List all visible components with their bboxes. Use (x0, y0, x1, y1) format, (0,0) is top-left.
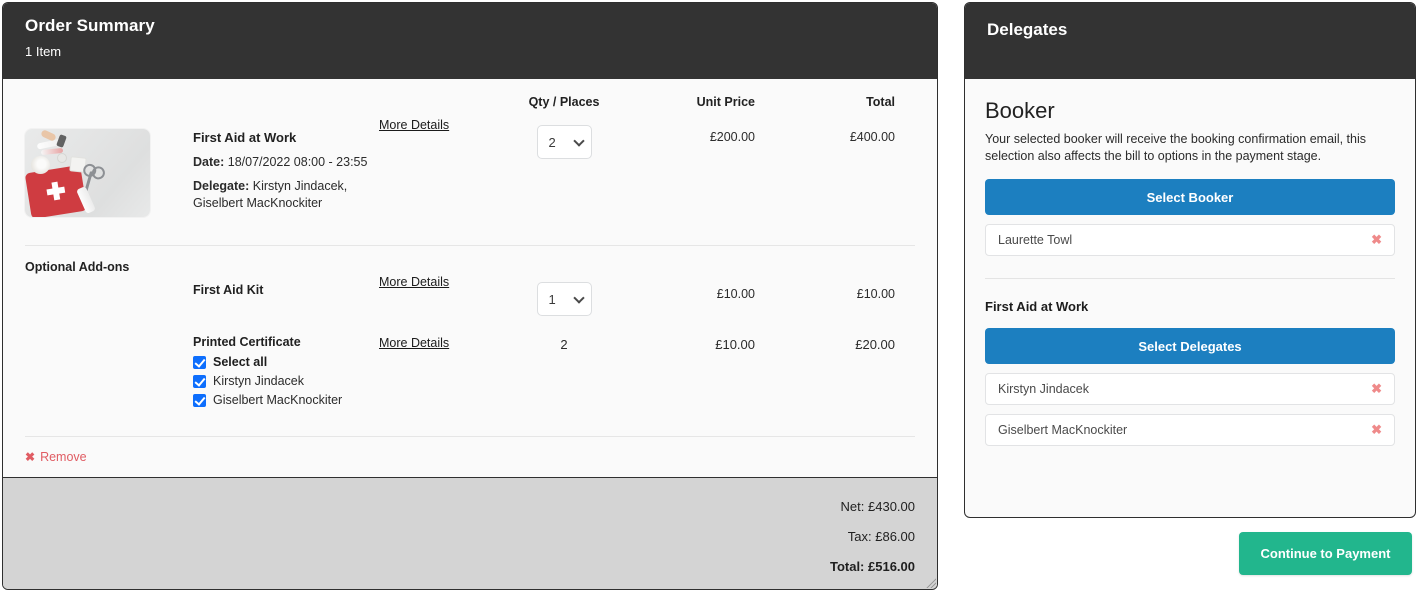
table-row: First Aid Kit More Details 1 £10.00 £10.… (25, 274, 915, 316)
qty-select-wrapper: 2 (536, 125, 592, 217)
grand-total: Total: £516.00 (829, 559, 915, 574)
addon-unit-price: £10.00 (716, 287, 755, 301)
table-row: Printed Certificate Select all Kirstyn J… (25, 332, 915, 410)
checkbox-label: Kirstyn Jindacek (213, 374, 305, 388)
course-title: First Aid at Work (985, 299, 1089, 314)
continue-to-payment-button[interactable]: Continue to Payment (1239, 532, 1412, 575)
qty-cell: 2 (509, 117, 619, 217)
tax-total: Tax: £86.00 (847, 529, 915, 544)
addon-name-cell: Printed Certificate Select all Kirstyn J… (193, 332, 379, 410)
checkbox-select-all[interactable] (193, 355, 206, 369)
addon-qty-static: 2 (560, 337, 568, 352)
delegates-card: Delegates Booker Your selected booker wi… (964, 2, 1416, 518)
product-name: First Aid at Work (193, 130, 297, 145)
booker-title: Booker (985, 98, 1055, 123)
qty-select-first-aid-kit[interactable]: 1 (536, 282, 592, 316)
addon-name: Printed Certificate (193, 335, 301, 349)
selected-delegate-row: Kirstyn Jindacek ✖ (985, 373, 1395, 405)
selected-booker-row: Laurette Towl ✖ (985, 224, 1395, 256)
order-summary-header: Order Summary 1 Item (3, 3, 937, 79)
cap-shape (57, 153, 67, 163)
remove-x-icon[interactable]: ✖ (1371, 422, 1382, 438)
page-title: Order Summary (25, 16, 155, 35)
more-details-link[interactable]: More Details (379, 332, 449, 350)
select-booker-button[interactable]: Select Booker (985, 179, 1395, 215)
addon-name: First Aid Kit (193, 283, 264, 297)
delegate-label: Delegate: (193, 179, 250, 193)
remove-x-icon[interactable]: ✖ (1371, 381, 1382, 397)
optional-addons-section: Optional Add-ons First Aid Kit More Deta… (25, 246, 915, 410)
order-summary-body: Qty / Places Unit Price Total First Aid … (3, 79, 937, 477)
product-details-cell: First Aid at Work Date: 18/07/2022 08:00… (193, 117, 379, 217)
checkout-page: Order Summary 1 Item Qty / Places Unit P… (0, 0, 1421, 594)
list-item[interactable]: Kirstyn Jindacek (193, 372, 379, 390)
date-label: Date: (193, 155, 225, 169)
select-delegates-button[interactable]: Select Delegates (985, 328, 1395, 364)
checkbox-delegate-1[interactable] (193, 374, 206, 388)
section-divider (985, 278, 1395, 279)
bandage-roll-shape (31, 156, 50, 174)
order-summary-card: Order Summary 1 Item Qty / Places Unit P… (2, 2, 938, 590)
addon-total: £20.00 (855, 337, 895, 352)
checkbox-delegate-2[interactable] (193, 393, 206, 407)
selected-delegate-row: Giselbert MacKnockiter ✖ (985, 414, 1395, 446)
plaster-shape (40, 129, 57, 142)
list-item[interactable]: Select all (193, 353, 379, 371)
more-details-cell: More Details (379, 117, 509, 217)
clip-shape (56, 134, 67, 148)
row-divider (25, 436, 915, 437)
remove-item-button[interactable]: ✖ Remove (25, 450, 87, 464)
col-unit-price-header: Unit Price (696, 95, 755, 109)
product-thumbnail-cell (25, 117, 193, 217)
total-value: £400.00 (849, 130, 895, 144)
booker-description: Your selected booker will receive the bo… (985, 132, 1366, 163)
checkbox-label: Select all (213, 355, 268, 369)
qty-select-course[interactable]: 2 (536, 125, 592, 159)
product-date: Date: 18/07/2022 08:00 - 23:55 (193, 154, 379, 171)
col-desc-header (193, 95, 379, 109)
remove-x-icon[interactable]: ✖ (1371, 232, 1382, 248)
addons-title: Optional Add-ons (25, 260, 130, 274)
more-details-link[interactable]: More Details (379, 263, 449, 289)
delegates-header: Delegates (965, 3, 1415, 79)
date-value: 18/07/2022 08:00 - 23:55 (227, 155, 368, 169)
resize-handle[interactable] (925, 577, 936, 588)
first-aid-kit-photo (25, 129, 150, 217)
order-totals-footer: Net: £430.00 Tax: £86.00 Total: £516.00 (3, 477, 937, 589)
col-qty-header: Qty / Places (528, 95, 600, 109)
product-delegates: Delegate: Kirstyn Jindacek, Giselbert Ma… (193, 178, 379, 212)
table-header-row: Qty / Places Unit Price Total (25, 79, 915, 109)
addon-qty-cell: 1 (509, 274, 619, 316)
qty-select-wrapper: 1 (536, 282, 592, 316)
checkbox-label: Giselbert MacKnockiter (213, 393, 343, 407)
delegate-name: Kirstyn Jindacek (998, 382, 1090, 396)
addon-more-cell: More Details (379, 332, 509, 350)
remove-label: Remove (40, 450, 87, 464)
booker-name: Laurette Towl (998, 233, 1073, 247)
delegate-checkbox-list: Select all Kirstyn Jindacek Giselbert Ma… (193, 353, 379, 409)
col-thumb-header (25, 95, 193, 109)
list-item[interactable]: Giselbert MacKnockiter (193, 391, 379, 409)
delegates-body: Booker Your selected booker will receive… (965, 79, 1415, 446)
col-total-header: Total (866, 95, 895, 109)
net-total: Net: £430.00 (840, 499, 915, 514)
addon-total: £10.00 (856, 287, 895, 301)
cross-icon: ✖ (25, 450, 36, 464)
addon-name-cell: First Aid Kit (193, 274, 379, 297)
item-count: 1 Item (25, 44, 62, 59)
addon-unit-price: £10.00 (715, 337, 755, 352)
more-details-link[interactable]: More Details (379, 106, 449, 132)
addon-more-cell: More Details (379, 274, 509, 289)
unit-price-value: £200.00 (709, 130, 755, 144)
delegate-name: Giselbert MacKnockiter (998, 423, 1128, 437)
table-row: First Aid at Work Date: 18/07/2022 08:00… (25, 109, 915, 217)
